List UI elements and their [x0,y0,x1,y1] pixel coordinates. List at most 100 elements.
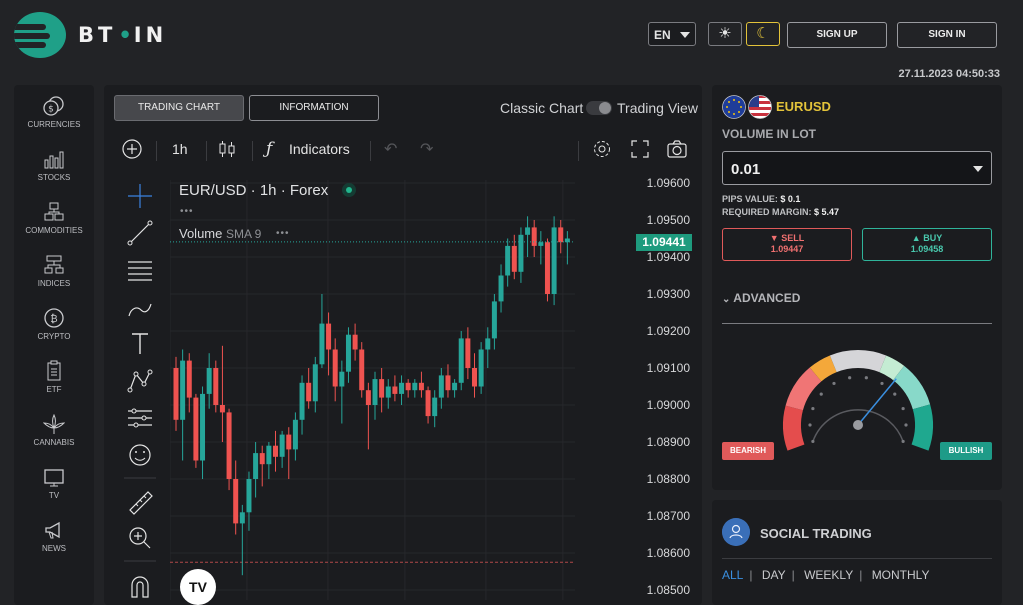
crosshair-icon[interactable] [122,181,158,211]
sidebar-item-tv[interactable]: TV [14,466,94,500]
prediction-icon[interactable] [122,403,158,433]
candle [365,382,371,450]
price-tick-label: 1.08900 [646,435,690,449]
light-theme-button[interactable]: ☀ [708,22,742,46]
buy-button[interactable]: ▲ BUY 1.09458 [862,228,992,261]
indicators-button[interactable]: Indicators [289,141,350,157]
ruler-icon[interactable] [122,486,158,516]
tab-information[interactable]: INFORMATION [249,95,379,121]
sell-button[interactable]: ▼ SELL 1.09447 [722,228,852,261]
candle [352,323,358,361]
users-icon [722,518,750,546]
hierarchy-icon [44,255,64,274]
brush-icon[interactable] [122,292,158,322]
candle [193,393,199,468]
buy-price: 1.09458 [910,244,944,254]
eu-flag-icon [722,95,746,119]
sidebar-item-stocks[interactable]: STOCKS [14,148,94,182]
candles-icon[interactable] [218,139,236,159]
chevron-down-icon [973,166,983,172]
pattern-icon[interactable] [122,366,158,396]
gauge-tick [901,439,905,444]
interval-button[interactable]: 1h [172,141,188,157]
sign-up-button[interactable]: SIGN UP [787,22,887,48]
sentiment-gauge [783,350,933,451]
brand-logo[interactable]: BT•IN [14,12,167,58]
classic-chart-label[interactable]: Classic Chart [500,100,583,116]
dark-theme-button[interactable]: ☾ [746,22,780,46]
sidebar-item-label: CANNABIS [33,438,75,447]
current-price-label: 1.09441 [636,233,692,251]
symbol-legend[interactable]: EUR/USD · 1h · Forex [179,182,328,199]
us-flag-icon [748,95,772,119]
emoji-icon[interactable] [122,440,158,470]
candle [452,379,458,398]
function-icon[interactable]: ƒ [266,139,272,159]
candle [200,386,206,479]
filter-weekly[interactable]: WEEKLY [804,568,853,582]
candlestick-plot[interactable] [170,180,575,600]
sidebar-item-crypto[interactable]: ₿ CRYPTO [14,307,94,341]
candle [326,312,332,376]
text-tool-icon[interactable] [122,329,158,359]
candle [498,264,504,313]
price-tick-label: 1.09300 [646,287,690,301]
candle [518,227,524,283]
candle [465,327,471,380]
redo-icon[interactable]: ↷ [420,139,433,159]
tab-trading-chart[interactable]: TRADING CHART [114,95,244,121]
social-trading-title: SOCIAL TRADING [760,526,872,541]
candle [445,364,451,398]
sidebar-item-news[interactable]: NEWS [14,519,94,553]
tradingview-logo-icon[interactable]: TV [180,569,216,605]
sidebar-item-etf[interactable]: ETF [14,360,94,394]
undo-icon[interactable]: ↶ [384,139,397,159]
filter-all[interactable]: ALL [722,568,743,582]
trend-line-icon[interactable] [122,218,158,248]
gauge-tick [880,381,884,386]
trading-view-label[interactable]: Trading View [617,100,698,116]
social-trading-panel: SOCIAL TRADING ALL | DAY | WEEKLY | MONTHLY [712,500,1002,605]
fib-retracement-icon[interactable] [122,255,158,285]
sidebar-item-currencies[interactable]: $ CURRENCIES [14,95,94,129]
language-select[interactable]: EN [648,22,696,46]
sidebar-item-label: CURRENCIES [27,120,81,129]
volume-options-icon[interactable]: ••• [276,228,290,239]
camera-icon[interactable] [666,139,688,159]
sidebar-item-cannabis[interactable]: CANNABIS [14,413,94,447]
candle [432,390,438,428]
gauge-hub [853,420,863,430]
lot-size-value: 0.01 [731,161,761,178]
filter-day[interactable]: DAY [762,568,786,582]
candle [345,327,351,383]
magnet-icon[interactable] [122,571,158,601]
language-value: EN [654,28,671,42]
fullscreen-icon[interactable] [630,139,650,159]
settings-gear-icon[interactable] [592,139,612,159]
gauge-segment [785,367,822,411]
chart-view-toggle[interactable] [586,101,612,115]
advanced-toggle[interactable]: ⌄ ADVANCED [722,291,800,305]
volume-label: Volume [179,226,223,241]
margin-value: $ 5.47 [814,207,840,217]
more-options-icon[interactable]: ••• [180,206,194,217]
document-icon [47,360,61,381]
svg-text:₿: ₿ [50,313,57,325]
server-time: 27.11.2023 04:50:33 [898,68,1000,80]
candle [425,386,431,424]
zoom-in-icon[interactable] [122,523,158,553]
candle [173,356,179,431]
volume-legend[interactable]: Volume SMA 9 [179,226,261,241]
filter-monthly[interactable]: MONTHLY [872,568,930,582]
add-symbol-icon[interactable] [122,139,142,159]
sidebar-item-indices[interactable]: INDICES [14,254,94,288]
sign-in-button[interactable]: SIGN IN [897,22,997,48]
gauge-segment [829,350,887,373]
sidebar-item-label: CRYPTO [37,332,71,341]
gauge-segment [879,355,905,381]
sidebar-item-commodities[interactable]: COMMODITIES [14,201,94,235]
candle [273,430,278,472]
buy-label: BUY [923,233,943,243]
candle [312,356,318,413]
lot-size-select[interactable]: 0.01 [722,151,992,185]
